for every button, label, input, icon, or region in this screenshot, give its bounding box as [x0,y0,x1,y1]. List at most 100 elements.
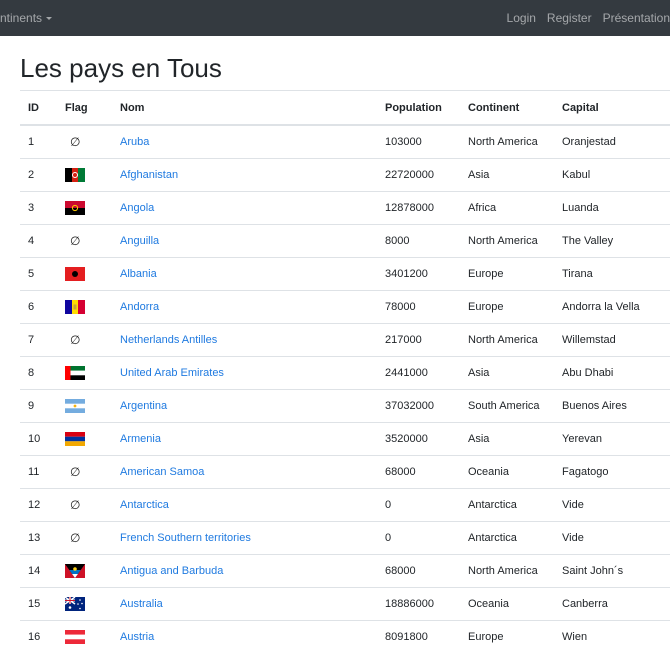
country-name-link[interactable]: Afghanistan [120,169,178,181]
login-link[interactable]: Login [507,11,536,25]
cell-flag [57,291,112,324]
table-row: 13 ∅ French Southern territories 0Antarctic… [20,522,670,555]
flag-andorra-icon [65,300,85,314]
column-header-continent: Continent [460,91,554,126]
country-name-link[interactable]: Andorra [120,301,159,313]
flag-albania-icon [65,267,85,281]
register-link[interactable]: Register [547,11,592,25]
cell-capital: Kabul [554,159,670,192]
no-flag-icon: ∅ [65,465,80,479]
country-name-link[interactable]: Armenia [120,433,161,445]
cell-flag [57,192,112,225]
country-name-link[interactable]: Anguilla [120,235,159,247]
country-name-link[interactable]: Antarctica [120,499,169,511]
cell-population: 78000 [377,291,460,324]
cell-population: 68000 [377,456,460,489]
no-flag-icon: ∅ [65,498,80,512]
table-row: 4∅Anguilla8000North AmericaThe Valley [20,225,670,258]
table-body: 1∅Aruba103000North AmericaOranjestad2Afg… [20,125,670,653]
cell-flag: ∅ [57,125,112,159]
country-name-link[interactable]: Australia [120,598,163,610]
cell-name: Argentina [112,390,377,423]
country-name-link[interactable]: Aruba [120,136,149,148]
cell-capital: Luanda [554,192,670,225]
presentation-link[interactable]: Présentation [603,11,670,25]
cell-population: 103000 [377,125,460,159]
cell-id: 3 [20,192,57,225]
cell-flag [57,621,112,653]
continents-dropdown-label[interactable]: ntinents [0,11,42,25]
cell-name: Angola [112,192,377,225]
country-name-link[interactable]: Austria [120,631,154,643]
column-header-capital: Capital [554,91,670,126]
cell-capital: Andorra la Vella [554,291,670,324]
cell-continent: Europe [460,258,554,291]
table-header-row: ID Flag Nom Population Continent Capital [20,91,670,126]
cell-capital: Yerevan [554,423,670,456]
country-name-link[interactable]: United Arab Emirates [120,367,224,379]
table-row: 16Austria8091800EuropeWien [20,621,670,653]
flag-angola-icon [65,201,85,215]
cell-flag [57,357,112,390]
cell-id: 2 [20,159,57,192]
table-row: 10Armenia3520000AsiaYerevan [20,423,670,456]
no-flag-icon: ∅ [65,135,80,149]
country-name-link[interactable]: Netherlands Antilles [120,334,217,346]
cell-continent: Asia [460,423,554,456]
cell-name: United Arab Emirates [112,357,377,390]
cell-continent: Asia [460,159,554,192]
flag-australia-icon [65,597,85,611]
cell-flag [57,390,112,423]
cell-name: Anguilla [112,225,377,258]
page-title: Les pays en Tous [20,52,222,84]
cell-id: 11 [20,456,57,489]
cell-capital: The Valley [554,225,670,258]
cell-name: Albania [112,258,377,291]
country-name-link[interactable]: Antigua and Barbuda [120,565,223,577]
cell-name: Andorra [112,291,377,324]
country-name-link[interactable]: Angola [120,202,154,214]
cell-flag [57,555,112,588]
cell-continent: Asia [460,357,554,390]
cell-id: 15 [20,588,57,621]
country-name-link[interactable]: French Southern territories [120,532,251,544]
cell-id: 5 [20,258,57,291]
no-flag-icon: ∅ [65,531,80,545]
country-name-link[interactable]: Albania [120,268,157,280]
table-row: 12∅Antarctica0AntarcticaVide [20,489,670,522]
cell-population: 3520000 [377,423,460,456]
continents-dropdown[interactable]: ntinents [0,0,52,36]
table-row: 7∅Netherlands Antilles217000North Americ… [20,324,670,357]
cell-capital: Vide [554,489,670,522]
cell-flag [57,588,112,621]
flag-argentina-icon [65,399,85,413]
column-header-flag: Flag [57,91,112,126]
cell-population: 0 [377,522,460,555]
cell-continent: North America [460,324,554,357]
cell-flag [57,258,112,291]
cell-continent: Antarctica [460,489,554,522]
cell-name: Armenia [112,423,377,456]
cell-capital: Vide [554,522,670,555]
cell-name: Netherlands Antilles [112,324,377,357]
cell-population: 217000 [377,324,460,357]
cell-continent: North America [460,125,554,159]
column-header-name: Nom [112,91,377,126]
cell-capital: Canberra [554,588,670,621]
cell-id: 13 [20,522,57,555]
country-name-link[interactable]: American Samoa [120,466,204,478]
table-row: 14Antigua and Barbuda68000North AmericaS… [20,555,670,588]
table-row: 11∅American Samoa68000OceaniaFagatogo [20,456,670,489]
cell-continent: North America [460,225,554,258]
cell-id: 7 [20,324,57,357]
table-row: 3Angola12878000AfricaLuanda [20,192,670,225]
country-name-link[interactable]: Argentina [120,400,167,412]
cell-population: 18886000 [377,588,460,621]
cell-continent: Antarctica [460,522,554,555]
table-row: 1∅Aruba103000North AmericaOranjestad [20,125,670,159]
cell-population: 3401200 [377,258,460,291]
cell-continent: Oceania [460,456,554,489]
chevron-down-icon[interactable] [46,17,52,20]
flag-uae-icon [65,366,85,380]
cell-capital: Wien [554,621,670,653]
